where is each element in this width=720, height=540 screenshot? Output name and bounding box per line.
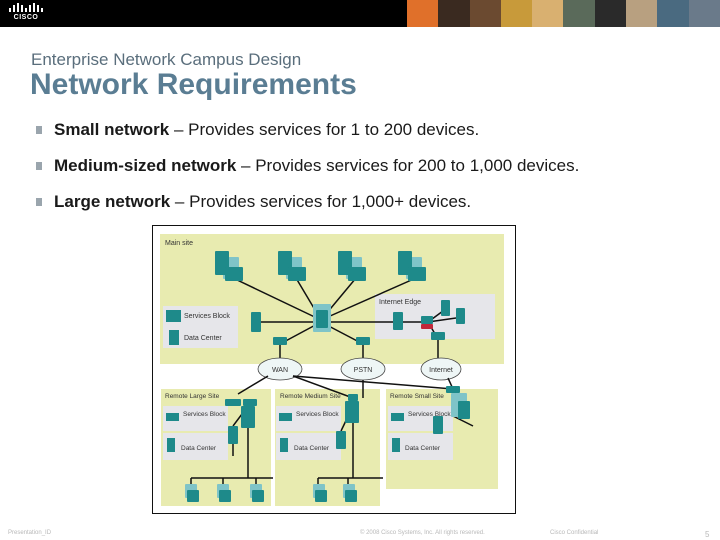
person-photo xyxy=(407,0,439,27)
server-icon xyxy=(441,300,450,316)
remote-large-services-label: Services Block xyxy=(183,411,226,418)
network-topology-diagram: Main site Services Block Data Center Int… xyxy=(152,225,516,514)
access-switch-icon xyxy=(219,490,231,502)
switch-icon xyxy=(345,401,359,423)
server-icon xyxy=(348,267,366,281)
person-photo xyxy=(469,0,501,27)
main-data-center-label: Data Center xyxy=(184,335,222,342)
access-switch-icon xyxy=(252,490,264,502)
server-icon xyxy=(288,267,306,281)
pstn-cloud-label: PSTN xyxy=(354,367,373,374)
remote-medium-site-label: Remote Medium Site xyxy=(280,393,341,400)
person-photo xyxy=(657,0,689,27)
bullet-text: – Provides services for 1,000+ devices. xyxy=(170,192,472,211)
server-icon xyxy=(225,267,243,281)
bullet-list: Small network – Provides services for 1 … xyxy=(36,118,579,226)
services-block-icon xyxy=(166,310,181,322)
access-switch-icon xyxy=(345,490,357,502)
footer-presentation-id: Presentation_ID xyxy=(8,530,52,536)
bullet-square-icon xyxy=(36,126,42,134)
core-switch-icon xyxy=(316,310,328,328)
topology-svg: Main site Services Block Data Center Int… xyxy=(160,234,504,506)
main-services-block-label: Services Block xyxy=(184,313,230,320)
server-icon xyxy=(458,401,470,419)
bullet-square-icon xyxy=(36,198,42,206)
remote-small-data-center-label: Data Center xyxy=(405,445,441,452)
internet-cloud-label: Internet xyxy=(429,367,453,374)
slide-title: Network Requirements xyxy=(30,68,357,101)
switch-icon xyxy=(393,312,403,330)
access-switch-icon xyxy=(187,490,199,502)
cisco-logo: CISCO xyxy=(8,3,44,25)
router-icon xyxy=(446,386,460,393)
person-photo xyxy=(500,0,533,27)
header-bar: CISCO xyxy=(0,0,720,27)
bullet-term: Small network xyxy=(54,120,170,139)
bullet-term: Medium-sized network xyxy=(54,156,237,175)
person-photo xyxy=(688,0,720,27)
bullet-text: – Provides services for 1 to 200 devices… xyxy=(169,120,480,139)
main-site-label: Main site xyxy=(165,240,193,247)
person-photo xyxy=(532,0,564,27)
bullet-item-large: Large network – Provides services for 1,… xyxy=(36,190,579,226)
remote-small-services-label: Services Block xyxy=(408,411,451,418)
remote-medium-services-label: Services Block xyxy=(296,411,339,418)
bullet-term: Large network xyxy=(54,192,171,211)
internet-cloud: Internet xyxy=(420,357,462,381)
footer-page-number: 5 xyxy=(705,530,710,539)
router-icon xyxy=(431,332,445,340)
remote-small-site-label: Remote Small Site xyxy=(390,393,444,400)
server-icon xyxy=(408,267,426,281)
router-icon xyxy=(273,337,287,345)
firewall-brick-icon xyxy=(421,324,433,329)
remote-medium-data-center-label: Data Center xyxy=(294,445,330,452)
footer-copyright: © 2008 Cisco Systems, Inc. All rights re… xyxy=(360,530,485,536)
wan-cloud-label: WAN xyxy=(272,367,288,374)
router-icon xyxy=(348,394,358,401)
person-photo xyxy=(563,0,595,27)
switch-icon xyxy=(228,426,238,444)
footer-confidential: Cisco Confidential xyxy=(550,530,599,536)
person-photo xyxy=(594,0,627,27)
router-icon xyxy=(225,399,241,406)
bullet-item-medium: Medium-sized network – Provides services… xyxy=(36,154,579,190)
slide-subtitle: Enterprise Network Campus Design xyxy=(31,50,302,69)
bullet-text: – Provides services for 200 to 1,000 dev… xyxy=(236,156,580,175)
switch-icon xyxy=(336,431,346,449)
internet-edge-label: Internet Edge xyxy=(379,299,421,306)
router-icon xyxy=(243,399,257,406)
person-photo xyxy=(438,0,470,27)
bullet-item-small: Small network – Provides services for 1 … xyxy=(36,118,579,154)
cisco-logo-bars-icon xyxy=(8,3,44,12)
pstn-cloud: PSTN xyxy=(340,357,386,381)
data-center-icon xyxy=(169,330,179,345)
remote-large-data-center-label: Data Center xyxy=(181,445,217,452)
router-icon xyxy=(356,337,370,345)
person-photo xyxy=(626,0,658,27)
remote-large-site-label: Remote Large Site xyxy=(165,393,220,400)
firewall-icon xyxy=(421,316,433,324)
server-icon xyxy=(456,308,465,324)
bullet-square-icon xyxy=(36,162,42,170)
switch-icon xyxy=(241,406,255,428)
people-photo-strip xyxy=(407,0,720,27)
switch-icon xyxy=(251,312,261,332)
switch-icon xyxy=(433,416,443,434)
cisco-logo-text: CISCO xyxy=(13,14,39,21)
access-switch-icon xyxy=(315,490,327,502)
